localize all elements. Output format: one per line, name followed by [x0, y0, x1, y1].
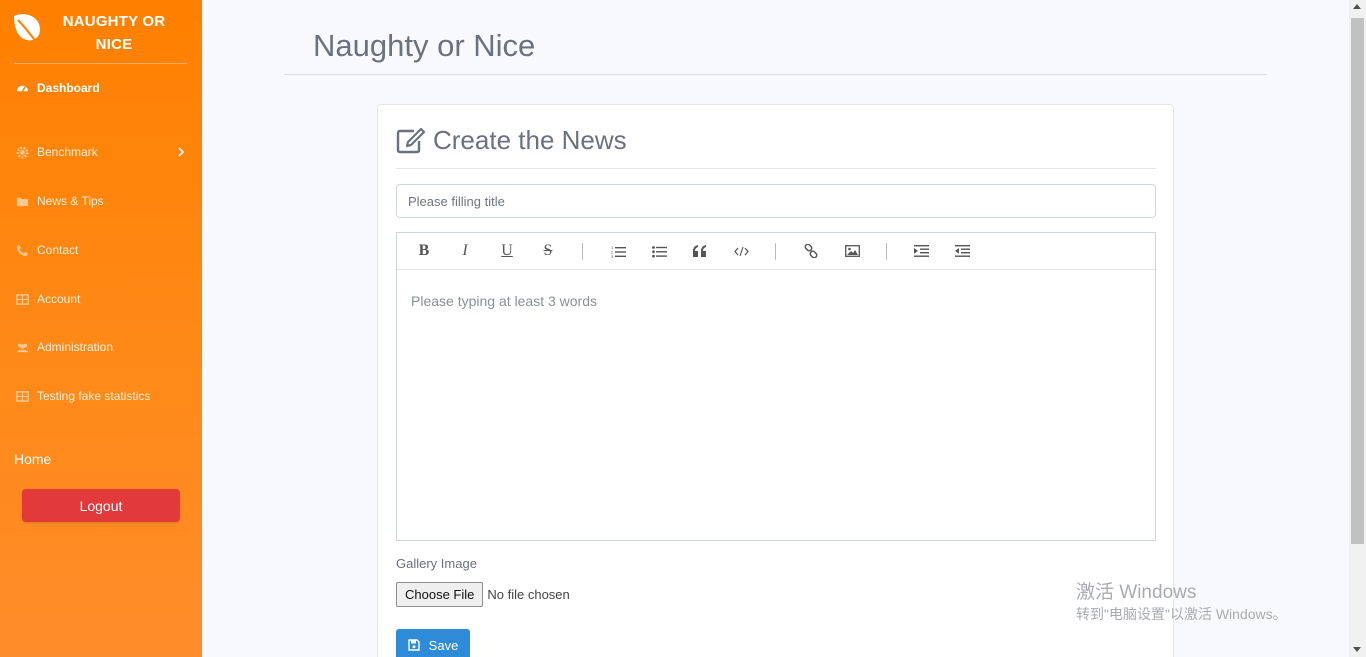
underline-button[interactable]: U	[496, 241, 518, 261]
card-header: Create the News	[396, 125, 627, 156]
folder-icon	[16, 197, 29, 206]
sidebar-item-label: Account	[37, 292, 81, 306]
rich-text-editor[interactable]: B I U S 1 2 3 Please typing at least 3 w…	[396, 232, 1156, 541]
link-button[interactable]	[800, 241, 822, 261]
gallery-image-label: Gallery Image	[396, 556, 477, 571]
bullet-list-button[interactable]	[648, 241, 670, 261]
sidebar-item-testing-fake-statistics[interactable]: Testing fake statistics	[0, 376, 202, 416]
title-divider	[284, 74, 1267, 75]
bold-button[interactable]: B	[413, 241, 435, 261]
outdent-button[interactable]	[951, 241, 973, 261]
ordered-list-icon: 1 2 3	[611, 245, 626, 258]
brand-line-1: NAUGHTY OR	[62, 13, 166, 30]
home-link[interactable]: Home	[14, 451, 51, 467]
scrollbar-thumb[interactable]	[1351, 18, 1364, 544]
brand-divider	[14, 63, 187, 64]
save-label: Save	[428, 637, 459, 653]
card-divider	[396, 168, 1156, 169]
indent-icon	[913, 245, 929, 257]
indent-button[interactable]	[910, 241, 932, 261]
toolbar-separator	[775, 243, 776, 260]
blockquote-button[interactable]	[689, 241, 711, 261]
strikethrough-button[interactable]: S	[537, 241, 559, 261]
create-news-card: Create the News B I U S 1 2 3	[377, 104, 1174, 657]
users-icon	[16, 343, 29, 352]
editor-toolbar: B I U S 1 2 3	[397, 233, 1155, 270]
table-icon	[16, 390, 29, 402]
sidebar-item-administration[interactable]: Administration	[0, 327, 202, 367]
outdent-icon	[954, 245, 970, 257]
chevron-right-icon	[178, 147, 185, 157]
sidebar-item-label: Testing fake statistics	[37, 389, 151, 403]
italic-button[interactable]: I	[454, 241, 476, 261]
brand-line-2: NICE	[95, 36, 133, 53]
scroll-up-arrow-icon[interactable]	[1353, 4, 1361, 9]
quote-icon	[693, 245, 706, 257]
link-icon	[804, 244, 818, 258]
sidebar-item-label: Dashboard	[37, 81, 100, 95]
scroll-down-arrow-icon[interactable]	[1353, 647, 1361, 652]
card-title: Create the News	[433, 125, 627, 155]
phone-icon	[16, 244, 29, 256]
sidebar-item-account[interactable]: Account	[0, 279, 202, 319]
editor-placeholder: Please typing at least 3 words	[411, 293, 597, 309]
file-status: No file chosen	[487, 587, 570, 602]
save-icon	[407, 639, 420, 651]
choose-file-button[interactable]: Choose File	[396, 582, 484, 607]
windows-activation-subtitle: 转到"电脑设置"以激活 Windows。	[1076, 606, 1287, 622]
gear-icon	[16, 145, 29, 159]
page-title: Naughty or Nice	[313, 28, 536, 63]
sidebar-item-label: News & Tips	[37, 194, 104, 208]
image-icon	[844, 245, 860, 257]
sidebar-item-benchmark[interactable]: Benchmark	[0, 132, 202, 172]
toolbar-separator	[886, 243, 887, 260]
bullet-list-icon	[651, 245, 667, 257]
sidebar-item-news-tips[interactable]: News & Tips	[0, 181, 202, 221]
sidebar-item-label: Contact	[37, 243, 79, 257]
leaf-icon	[14, 14, 41, 45]
tachometer-icon	[16, 85, 29, 92]
sidebar-item-dashboard[interactable]: Dashboard	[0, 68, 202, 108]
toolbar-separator	[582, 243, 583, 260]
logout-button[interactable]: Logout	[22, 489, 180, 522]
brand-name: NAUGHTY OR NICE	[56, 10, 172, 56]
sidebar-item-label: Administration	[37, 340, 114, 354]
edit-icon	[396, 127, 426, 154]
code-icon	[733, 246, 749, 256]
file-input: Choose File No file chosen	[396, 582, 570, 607]
brand[interactable]: NAUGHTY OR NICE	[0, 0, 202, 64]
image-button[interactable]	[841, 241, 863, 261]
ordered-list-button[interactable]: 1 2 3	[607, 241, 629, 261]
save-button[interactable]: Save	[396, 629, 470, 657]
news-title-input[interactable]	[396, 184, 1156, 218]
sidebar-item-contact[interactable]: Contact	[0, 230, 202, 270]
sidebar: NAUGHTY OR NICE Dashboard Benchmark News…	[0, 0, 202, 657]
svg-text:3: 3	[611, 254, 614, 258]
table-icon	[16, 293, 29, 305]
code-button[interactable]	[730, 241, 752, 261]
windows-activation-title: 激活 Windows	[1076, 582, 1197, 603]
sidebar-item-label: Benchmark	[37, 145, 98, 159]
